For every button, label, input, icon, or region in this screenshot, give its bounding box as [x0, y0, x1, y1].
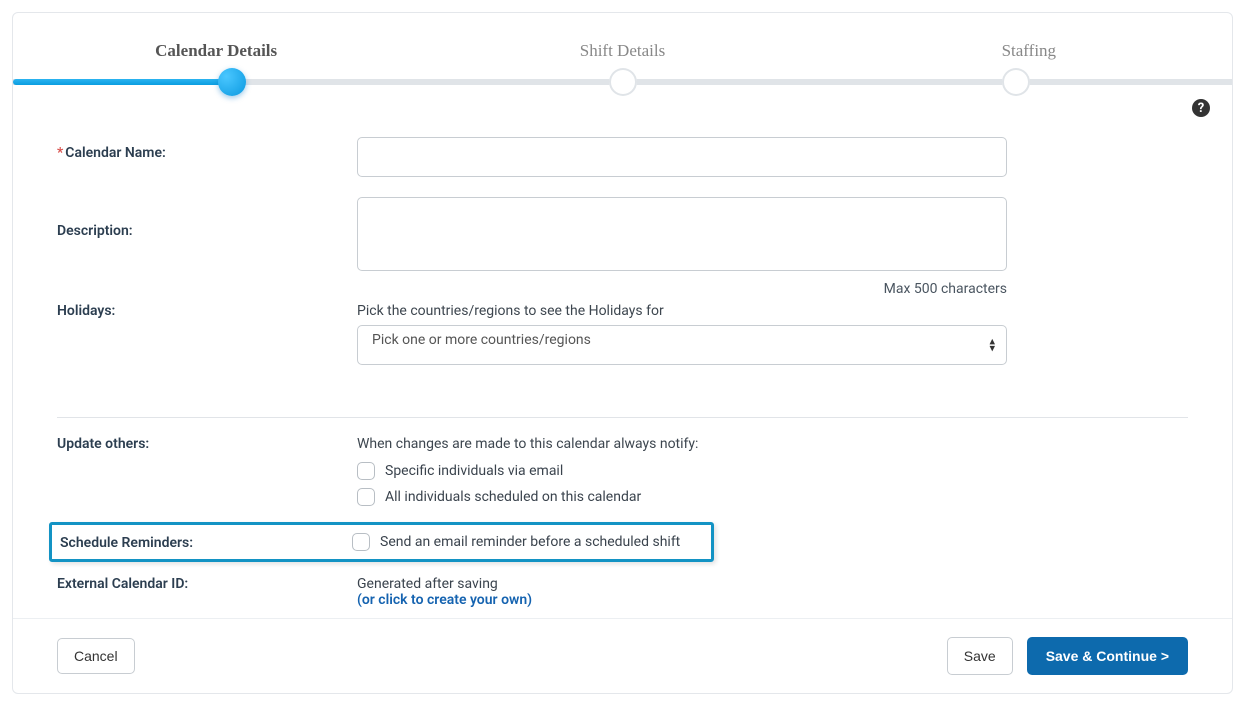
form-body: *Calendar Name: Description: Max 500 cha… — [13, 117, 1232, 395]
progress-fill — [13, 79, 232, 85]
label-external-id: External Calendar ID: — [57, 576, 357, 592]
step-staffing[interactable]: Staffing — [826, 41, 1232, 61]
wizard-steps: Calendar Details Shift Details Staffing — [13, 13, 1232, 61]
help-icon[interactable]: ? — [1192, 99, 1210, 117]
label-schedule-reminders: Schedule Reminders: — [52, 533, 352, 551]
save-button[interactable]: Save — [947, 637, 1013, 675]
notify-specific-checkbox[interactable] — [357, 462, 375, 480]
required-marker: * — [57, 145, 63, 161]
calendar-name-input[interactable] — [357, 137, 1007, 177]
holidays-select[interactable]: Pick one or more countries/regions — [357, 325, 1007, 365]
label-description: Description: — [57, 197, 357, 239]
holidays-help-text: Pick the countries/regions to see the Ho… — [357, 303, 1188, 319]
label-update-others: Update others: — [57, 436, 357, 452]
create-own-link[interactable]: (or click to create your own) — [357, 592, 1188, 608]
row-external-id: External Calendar ID: Generated after sa… — [57, 576, 1188, 608]
notify-all-checkbox[interactable] — [357, 488, 375, 506]
label-calendar-name: *Calendar Name: — [57, 137, 357, 161]
row-holidays: Holidays: Pick the countries/regions to … — [57, 303, 1188, 365]
row-update-others: Update others: When changes are made to … — [57, 436, 1188, 514]
schedule-reminders-highlight: Schedule Reminders: Send an email remind… — [49, 522, 714, 562]
reminder-checkbox[interactable] — [352, 533, 370, 551]
cancel-button[interactable]: Cancel — [57, 638, 135, 674]
wizard-card: Calendar Details Shift Details Staffing … — [12, 12, 1233, 694]
description-input[interactable] — [357, 197, 1007, 271]
row-description: Description: Max 500 characters — [57, 197, 1188, 297]
footer-bar: Cancel Save Save & Continue > — [13, 618, 1232, 693]
external-id-generated-text: Generated after saving — [357, 576, 1188, 592]
notify-all-row: All individuals scheduled on this calend… — [357, 488, 1188, 506]
step-calendar-details[interactable]: Calendar Details — [13, 41, 419, 61]
max-char-hint: Max 500 characters — [357, 281, 1007, 297]
label-holidays: Holidays: — [57, 303, 357, 319]
update-others-help: When changes are made to this calendar a… — [357, 436, 1188, 452]
reminder-row: Send an email reminder before a schedule… — [352, 533, 699, 551]
progress-dot-2[interactable] — [609, 68, 637, 96]
reminder-label: Send an email reminder before a schedule… — [380, 534, 680, 550]
form-body-2: Update others: When changes are made to … — [13, 418, 1232, 618]
save-continue-button[interactable]: Save & Continue > — [1027, 637, 1188, 675]
notify-specific-label: Specific individuals via email — [385, 463, 563, 479]
notify-specific-row: Specific individuals via email — [357, 462, 1188, 480]
row-calendar-name: *Calendar Name: — [57, 137, 1188, 177]
progress-track — [13, 79, 1232, 85]
notify-all-label: All individuals scheduled on this calend… — [385, 489, 641, 505]
step-shift-details[interactable]: Shift Details — [419, 41, 825, 61]
